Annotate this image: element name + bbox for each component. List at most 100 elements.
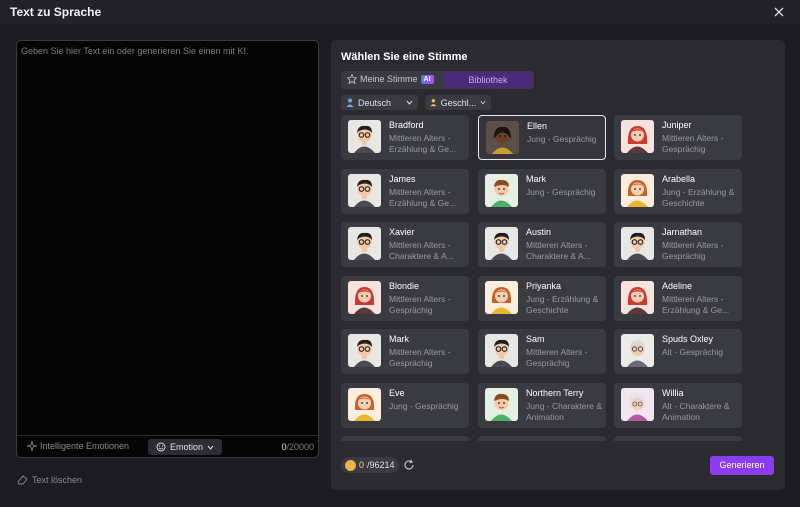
smart-emotions-label: Intelligente Emotionen <box>40 441 130 451</box>
window-title: Text zu Sprache <box>10 5 102 19</box>
title-bar: Text zu Sprache <box>0 0 800 24</box>
avatar <box>348 334 381 367</box>
voice-card[interactable]: Mark Mittleren Alters - Gesprächig <box>341 329 469 374</box>
voice-name: Willia <box>662 387 684 398</box>
gender-dropdown[interactable]: Geschl... <box>425 95 491 110</box>
voice-name: James <box>389 173 416 184</box>
voice-description: Mittleren Alters - Erzählung & Ge... <box>662 293 730 315</box>
avatar <box>348 227 381 260</box>
voice-description: Jung - Erzählung & Geschichte <box>662 186 735 208</box>
voice-description: Mittleren Alters - Gesprächig <box>389 347 451 368</box>
avatar <box>621 227 654 260</box>
voice-name: Blondie <box>389 280 420 291</box>
generate-button[interactable]: Generieren <box>710 456 774 475</box>
voice-description: Mittleren Alters - Erzählung & Ge... <box>389 133 457 154</box>
voice-description: Mittleren Alters - Gesprächig <box>662 133 724 154</box>
editor-footer: Intelligente Emotionen Emotion 0/20000 <box>17 435 318 457</box>
voice-name: Mark <box>526 173 546 184</box>
chevron-down-icon <box>406 100 413 105</box>
voice-card[interactable]: Austin Mittleren Alters - Charaktere & A.… <box>478 222 606 267</box>
voice-card[interactable]: Ellen Jung - Gesprächig <box>478 115 606 160</box>
voice-description: Alt - Gesprächig <box>662 347 723 357</box>
emotion-dropdown[interactable]: Emotion <box>148 439 223 455</box>
clear-text-label: Text löschen <box>32 475 83 485</box>
voice-card[interactable]: Mark Jung - Gesprächig <box>478 168 606 214</box>
clear-text-button[interactable]: Text löschen <box>17 475 82 485</box>
voice-description: Jung - Charaktere & Animation <box>526 400 603 422</box>
close-icon[interactable] <box>772 5 786 19</box>
voice-description: Jung - Erzählung & Geschichte <box>526 293 599 315</box>
ai-badge: AI <box>420 74 434 84</box>
voice-card[interactable]: Spuds Oxley Alt - Gesprächig <box>614 329 742 374</box>
voice-description: Jung - Gesprächig <box>389 400 459 411</box>
avatar <box>485 387 518 421</box>
avatar <box>348 387 381 421</box>
avatar <box>621 173 654 207</box>
voice-description: Mittleren Alters - Erzählung & Ge... <box>389 186 457 208</box>
voice-name: Priyanka <box>526 280 562 291</box>
voice-description: Mittleren Alters - Gesprächig <box>389 293 451 315</box>
voice-card[interactable] <box>341 436 469 441</box>
voice-name: Xavier <box>389 227 415 237</box>
voice-name: Juniper <box>662 120 692 130</box>
tab-library[interactable]: Bibliothek <box>444 72 532 88</box>
voice-name: Adeline <box>662 280 693 291</box>
credits-used: 0 <box>359 460 365 470</box>
voice-name: Eve <box>389 387 405 398</box>
chevron-down-icon <box>480 100 486 105</box>
voice-description: Mittleren Alters - Charaktere & A... <box>389 240 454 261</box>
voice-name: Mark <box>389 334 409 344</box>
avatar <box>485 173 518 207</box>
voice-card[interactable]: Priyanka Jung - Erzählung & Geschichte <box>478 275 606 321</box>
avatar <box>621 334 654 367</box>
star-icon <box>347 74 357 84</box>
text-input-placeholder[interactable]: Geben Sie hier Text ein oder generieren … <box>21 46 311 56</box>
voice-card[interactable]: Arabella Jung - Erzählung & Geschichte <box>614 168 742 214</box>
panel-title: Wählen Sie eine Stimme <box>341 51 468 63</box>
voice-description: Mittleren Alters - Gesprächig <box>526 347 588 368</box>
person-icon <box>346 98 354 107</box>
voice-description: Mittleren Alters - Gesprächig <box>662 240 724 261</box>
voice-panel: Wählen Sie eine Stimme Meine Stimme AI B… <box>331 40 785 490</box>
avatar <box>485 334 518 367</box>
voice-card[interactable]: Juniper Mittleren Alters - Gesprächig <box>614 115 742 160</box>
avatar <box>621 280 654 314</box>
eraser-icon <box>17 475 28 485</box>
avatar <box>485 280 518 314</box>
voice-description: Jung - Gesprächig <box>527 134 597 144</box>
refresh-icon[interactable] <box>403 459 415 471</box>
voice-name: Bradford <box>389 120 424 130</box>
voice-card[interactable]: Northern Terry Jung - Charaktere & Animat… <box>478 382 606 428</box>
character-counter: 0/20000 <box>281 442 314 452</box>
voice-card[interactable] <box>478 436 606 441</box>
voice-card[interactable]: James Mittleren Alters - Erzählung & Ge..… <box>341 168 469 214</box>
voice-card[interactable]: Adeline Mittleren Alters - Erzählung & Ge… <box>614 275 742 321</box>
voice-description: Mittleren Alters - Charaktere & A... <box>526 240 591 261</box>
avatar <box>348 173 381 207</box>
smart-emotions-toggle[interactable]: Intelligente Emotionen <box>27 441 129 451</box>
voice-card[interactable]: Jarnathan Mittleren Alters - Gesprächig <box>614 222 742 267</box>
avatar <box>348 120 381 153</box>
tab-my-voice[interactable]: Meine Stimme AI <box>347 74 434 84</box>
voice-card[interactable]: Xavier Mittleren Alters - Charaktere & A.… <box>341 222 469 267</box>
voice-name: Northern Terry <box>526 387 584 398</box>
voice-card[interactable] <box>614 436 742 441</box>
avatar <box>621 120 654 153</box>
voice-grid: Bradford Mittleren Alters - Erzählung & G… <box>341 115 743 441</box>
voice-name: Jarnathan <box>662 227 703 237</box>
voice-name: Sam <box>526 334 545 344</box>
text-editor[interactable]: Geben Sie hier Text ein oder generieren … <box>16 40 319 458</box>
chevron-down-icon <box>207 445 214 450</box>
voice-card[interactable]: Blondie Mittleren Alters - Gesprächig <box>341 275 469 321</box>
credits-badge: 0/96214 <box>341 457 399 473</box>
avatar <box>485 227 518 260</box>
voice-card[interactable]: Bradford Mittleren Alters - Erzählung & G… <box>341 115 469 160</box>
language-dropdown[interactable]: Deutsch <box>341 95 418 110</box>
voice-name: Austin <box>526 227 552 237</box>
voice-card[interactable]: Eve Jung - Gesprächig <box>341 382 469 428</box>
voice-card[interactable]: Willia Alt - Charaktere & Animation <box>614 382 742 428</box>
voice-name: Spuds Oxley <box>662 334 714 344</box>
voice-card[interactable]: Sam Mittleren Alters - Gesprächig <box>478 329 606 374</box>
person-icon <box>430 99 437 107</box>
avatar <box>348 280 381 314</box>
